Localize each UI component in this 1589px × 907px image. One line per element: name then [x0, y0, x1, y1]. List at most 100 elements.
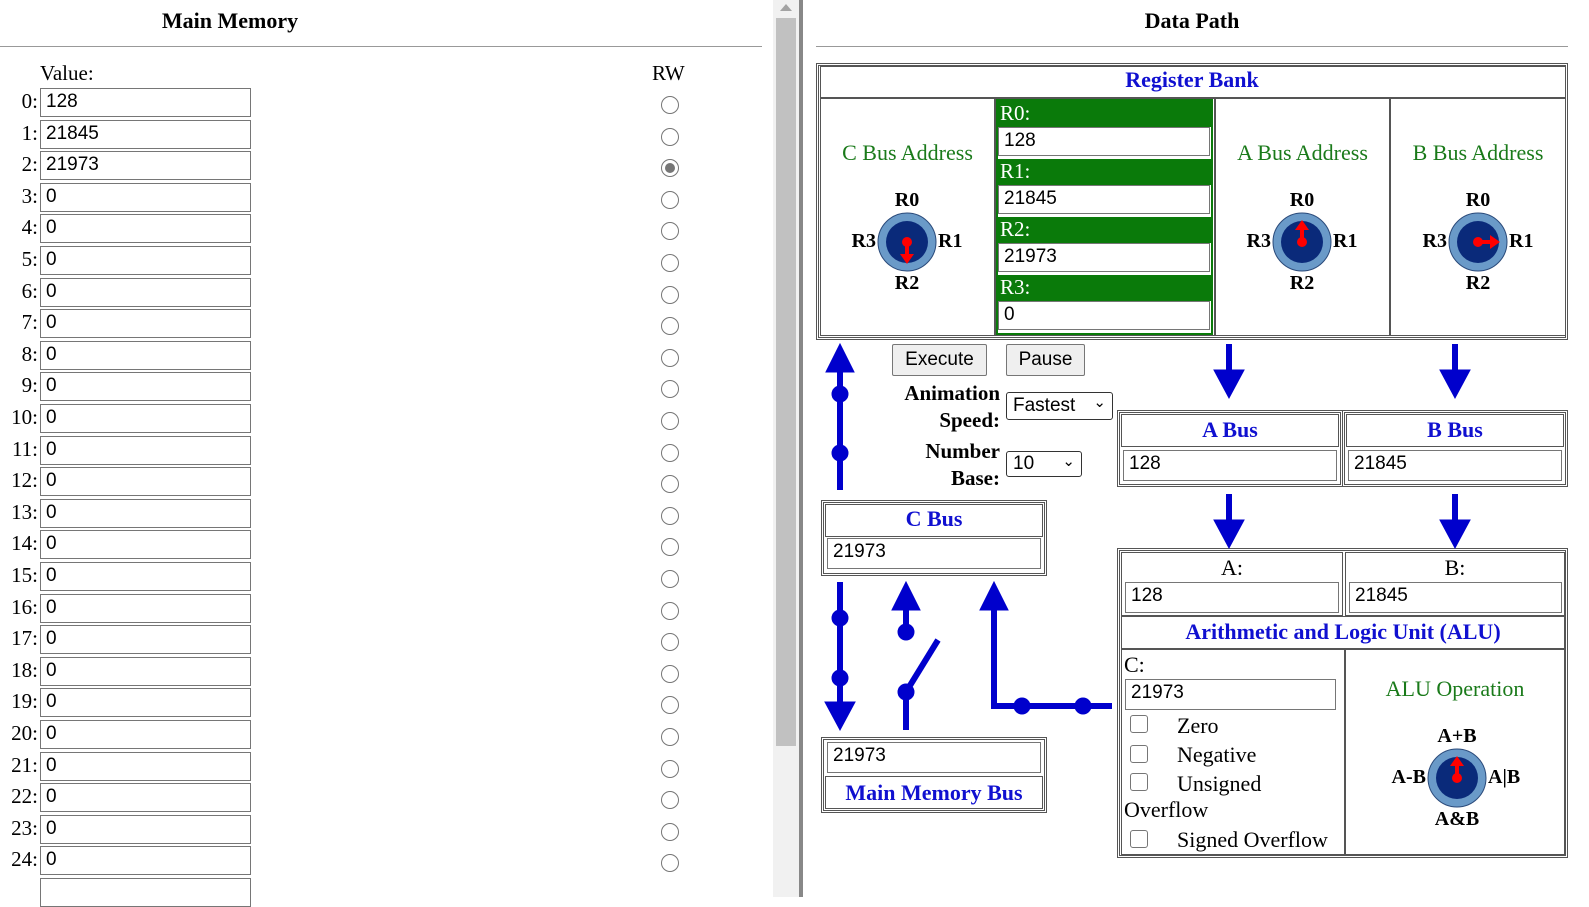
memory-value-input[interactable]: 0	[40, 783, 251, 813]
dial-label-bottom: R2	[894, 272, 920, 294]
zero-checkbox[interactable]	[1130, 715, 1148, 733]
memory-rw-radio[interactable]	[661, 728, 679, 746]
memory-rw-radio[interactable]	[661, 601, 679, 620]
alu-a-input[interactable]: 128	[1125, 582, 1339, 613]
memory-rw-radio[interactable]	[661, 854, 679, 873]
pause-button[interactable]: Pause	[1006, 344, 1085, 376]
signed-overflow-label: Signed Overflow	[1177, 827, 1328, 852]
alu-a-label: A:	[1221, 555, 1243, 580]
memory-rw-radio[interactable]	[661, 412, 679, 430]
memory-value-input[interactable]: 0	[40, 625, 251, 655]
chevron-down-icon: ⌄	[1093, 394, 1106, 411]
memory-value-input[interactable]: 0	[40, 720, 251, 749]
signed-overflow-checkbox[interactable]	[1130, 830, 1148, 848]
memory-value-input[interactable]: 0	[40, 340, 251, 370]
dial-label-top: R0	[1465, 189, 1491, 211]
memory-rw-radio[interactable]	[661, 506, 679, 525]
memory-value-input[interactable]: 21973	[40, 151, 251, 181]
memory-value-input[interactable]: 128	[40, 88, 251, 117]
execute-button[interactable]: Execute	[892, 344, 987, 376]
unsigned-label: Unsigned	[1177, 771, 1262, 796]
memory-rw-radio[interactable]	[661, 380, 679, 399]
memory-rw-radio[interactable]	[661, 633, 679, 652]
negative-checkbox[interactable]	[1130, 745, 1148, 763]
memory-value-input[interactable]: 0	[40, 814, 251, 844]
arrow-down-icon	[1213, 369, 1245, 400]
memory-rw-radio[interactable]	[661, 317, 679, 336]
memory-rw-radio[interactable]	[661, 222, 679, 241]
dial-label-left: R3	[1246, 230, 1271, 252]
memory-value-input[interactable]: 0	[40, 656, 251, 686]
alu-operation-dial[interactable]: A+B A-B A|B A&B	[1376, 722, 1538, 834]
memory-rw-radio[interactable]	[661, 127, 679, 146]
memory-value-input[interactable]: 0	[40, 593, 251, 623]
memory-rw-radio[interactable]	[661, 538, 679, 557]
memory-value-input[interactable]: 0	[40, 498, 251, 528]
number-base-select[interactable]: 10 ⌄	[1006, 451, 1082, 477]
memory-value-input[interactable]: 0	[40, 530, 251, 560]
memory-value-input[interactable]: 0	[40, 246, 251, 275]
wire-junction	[1074, 697, 1092, 715]
main-memory-bus-value[interactable]: 21973	[827, 742, 1041, 773]
scrollbar-thumb[interactable]	[776, 18, 796, 746]
memory-value-input[interactable]: 0	[40, 277, 251, 307]
memory-value-input[interactable]: 0	[40, 309, 251, 339]
wire-junction	[831, 609, 849, 627]
memory-address-label: 13:	[11, 499, 38, 524]
c-bus-address-dial[interactable]: R0 R3 R1 R2	[826, 186, 988, 298]
memory-rw-radio[interactable]	[661, 791, 679, 810]
memory-rw-radio[interactable]	[661, 664, 679, 683]
memory-value-input[interactable]: 0	[40, 688, 251, 718]
memory-value-input[interactable]: 0	[40, 404, 251, 433]
memory-value-input[interactable]: 21845	[40, 119, 251, 149]
alu-b-input[interactable]: 21845	[1349, 582, 1562, 613]
unsigned-overflow-checkbox[interactable]	[1130, 773, 1148, 791]
animation-speed-value: Fastest	[1013, 395, 1076, 416]
dial-label-right: R1	[938, 230, 963, 252]
memory-value-input[interactable]: 0	[40, 467, 251, 497]
memory-value-input[interactable]: 0	[40, 182, 251, 212]
dial-label-top: R0	[1289, 189, 1315, 211]
arrow-down-icon	[1439, 369, 1471, 400]
dial-label-bottom: R2	[1289, 272, 1315, 294]
zero-label: Zero	[1177, 713, 1219, 738]
dial-label-left: R3	[851, 230, 876, 252]
b-bus-value[interactable]: 21845	[1348, 450, 1562, 481]
memory-value-input[interactable]: 0	[40, 214, 251, 244]
memory-value-input[interactable]: 0	[40, 846, 251, 876]
memory-value-input[interactable]	[40, 878, 251, 907]
panel-splitter[interactable]	[799, 0, 803, 897]
registers-green-frame	[996, 99, 1213, 335]
a-bus-value[interactable]: 128	[1123, 450, 1337, 481]
memory-rw-radio[interactable]	[661, 190, 679, 209]
a-bus-address-dial[interactable]: R0 R3 R1 R2	[1221, 186, 1383, 298]
memory-address-label: 0:	[21, 89, 38, 113]
animation-speed-select[interactable]: Fastest ⌄	[1006, 392, 1113, 420]
memory-address-label: 22:	[11, 784, 38, 809]
datapath-title: Data Path	[1144, 8, 1240, 33]
memory-value-input[interactable]: 0	[40, 372, 251, 402]
number-base-label-line2: Base:	[951, 466, 1000, 490]
memory-rw-radio[interactable]	[661, 285, 679, 304]
arrow-up-icon	[891, 580, 921, 611]
memory-rw-radio[interactable]	[661, 570, 679, 588]
number-base-value: 10	[1013, 453, 1035, 474]
scrollbar[interactable]	[773, 0, 799, 897]
memory-rw-radio[interactable]	[661, 348, 679, 367]
memory-rw-radio[interactable]	[661, 475, 679, 494]
memory-rw-radio[interactable]	[661, 159, 679, 178]
memory-rw-radio[interactable]	[661, 759, 679, 778]
memory-value-input[interactable]: 0	[40, 751, 251, 781]
scroll-up-arrow-icon[interactable]	[780, 4, 792, 11]
memory-address-label: 20:	[11, 721, 38, 745]
b-bus-address-dial[interactable]: R0 R3 R1 R2	[1397, 186, 1559, 298]
c-bus-value[interactable]: 21973	[827, 538, 1041, 569]
memory-value-input[interactable]: 0	[40, 435, 251, 465]
memory-value-input[interactable]: 0	[40, 562, 251, 591]
alu-c-input[interactable]: 21973	[1125, 679, 1336, 710]
memory-rw-radio[interactable]	[661, 254, 679, 272]
memory-rw-radio[interactable]	[661, 696, 679, 715]
memory-rw-radio[interactable]	[661, 822, 679, 841]
memory-rw-radio[interactable]	[661, 96, 679, 114]
memory-rw-radio[interactable]	[661, 443, 679, 462]
